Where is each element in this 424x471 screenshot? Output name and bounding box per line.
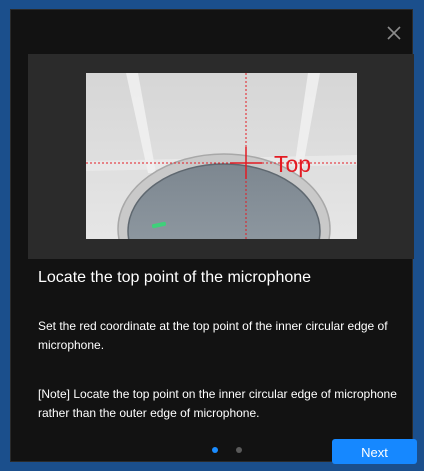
step-note: [Note] Locate the top point on the inner…: [38, 387, 397, 420]
step-description: Set the red coordinate at the top point …: [38, 319, 388, 352]
microphone-guide-image: Top: [86, 73, 357, 239]
next-button[interactable]: Next: [332, 439, 417, 464]
close-button[interactable]: [385, 24, 403, 42]
calibration-dialog: Top Locate the top point of the micropho…: [10, 9, 417, 464]
close-icon: [387, 26, 401, 40]
step-title: Locate the top point of the microphone: [38, 269, 312, 286]
guide-media-panel: Top: [28, 54, 414, 259]
overlay-top-label: Top: [274, 151, 312, 177]
pager-dot-active[interactable]: [212, 447, 218, 453]
pager-dot[interactable]: [236, 447, 242, 453]
